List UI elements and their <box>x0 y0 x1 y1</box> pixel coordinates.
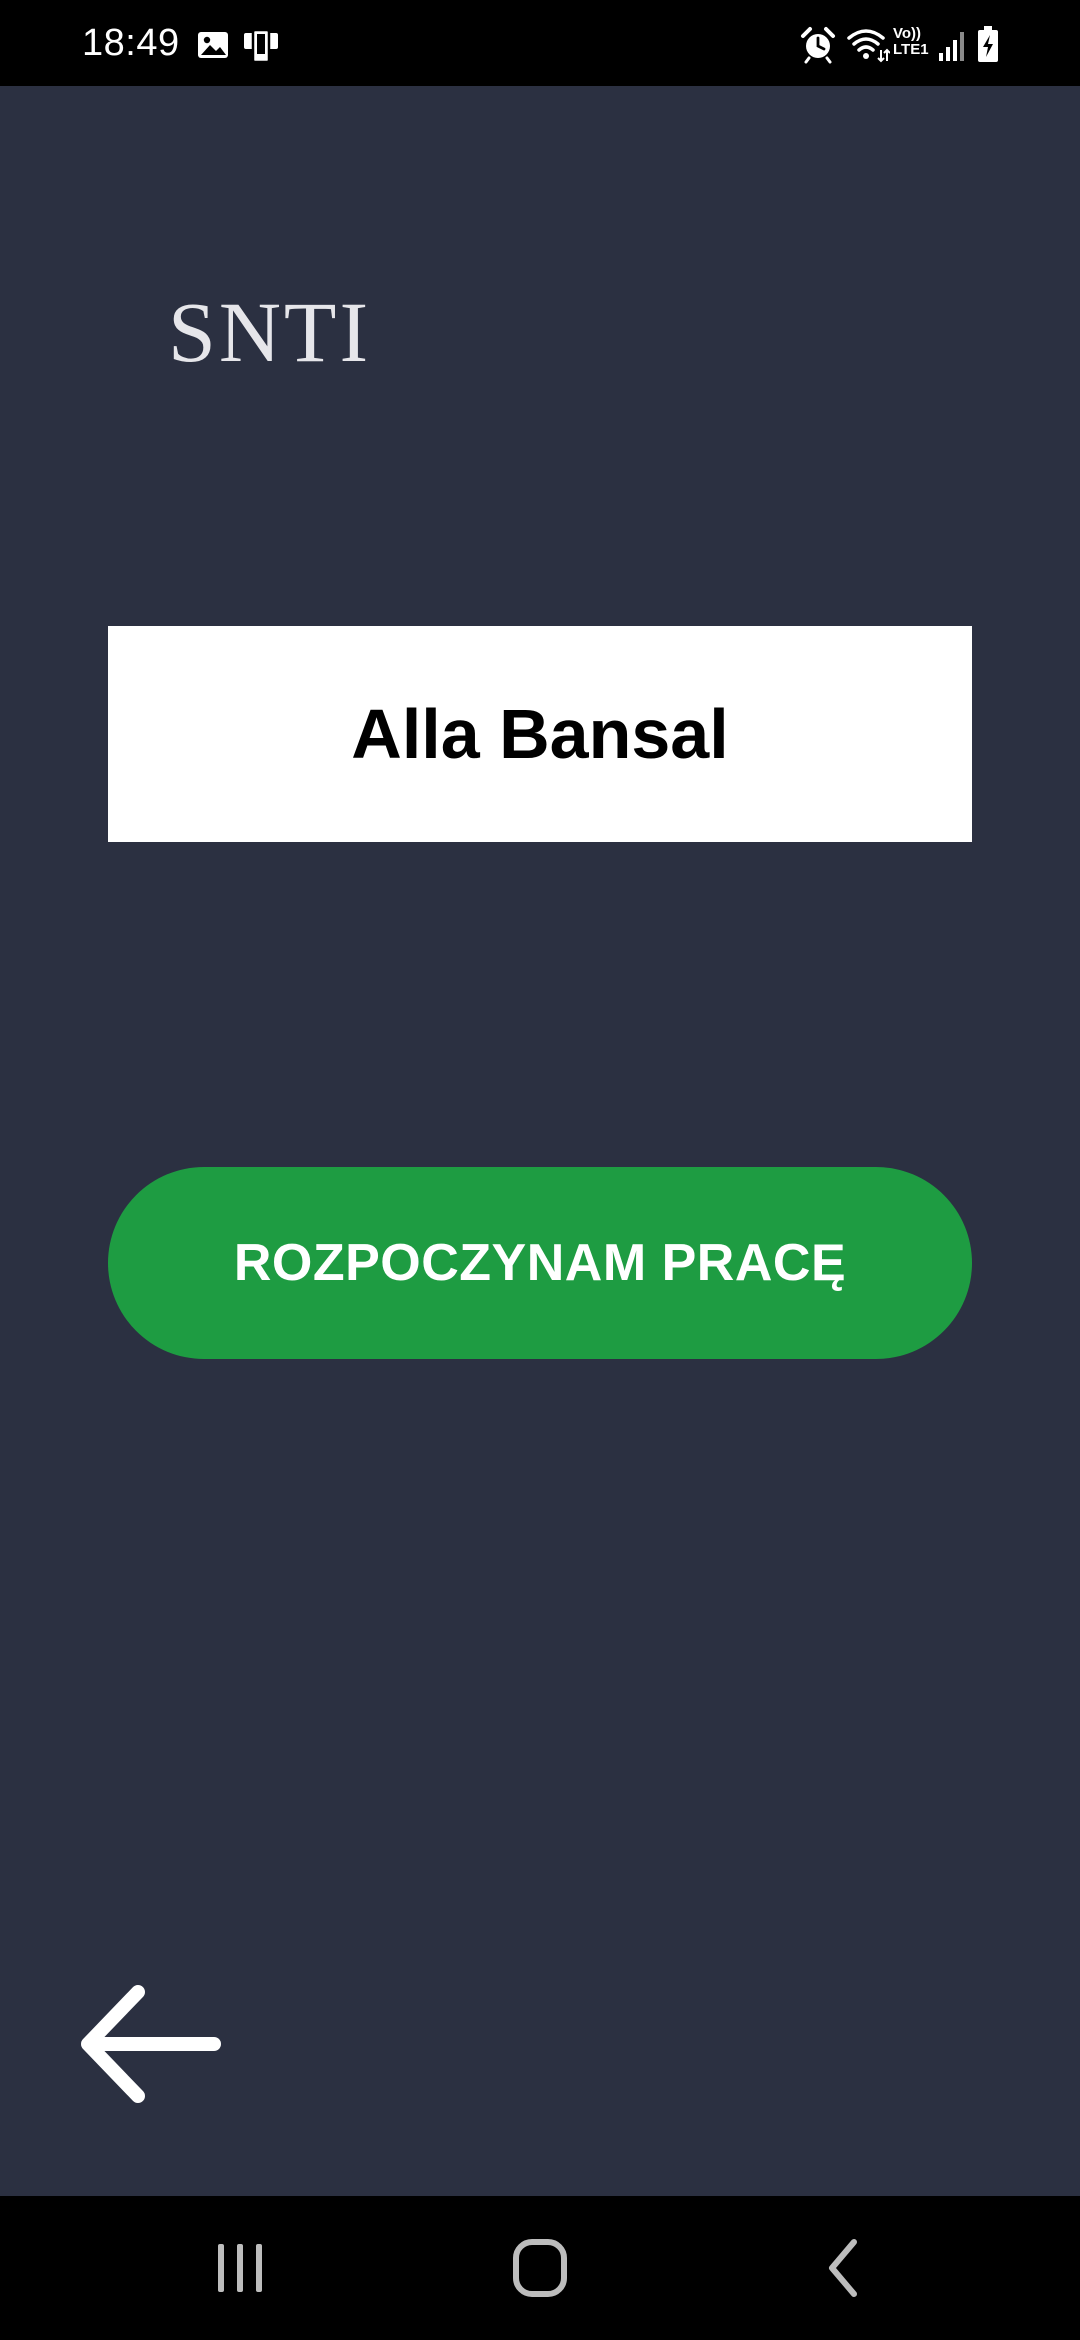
employee-name: Alla Bansal <box>351 695 729 773</box>
home-icon[interactable] <box>500 2228 580 2308</box>
recent-apps-icon[interactable] <box>200 2228 280 2308</box>
signal-icon <box>938 24 968 64</box>
start-work-label: ROZPOCZYNAM PRACĘ <box>233 1234 847 1292</box>
phone-screen-icon <box>242 24 280 64</box>
app-screen: 18:49 Vo)) LTE1 SNTI Alla Bansal ROZPOCZ… <box>0 0 1080 2340</box>
arrow-left-icon[interactable] <box>78 1982 224 2106</box>
company-logo: SNTI <box>168 284 372 380</box>
alarm-icon <box>800 24 836 64</box>
wifi-icon <box>846 24 890 64</box>
status-time: 18:49 <box>82 22 180 64</box>
status-bar: 18:49 Vo)) LTE1 <box>0 0 1080 86</box>
volte-bottom-label: LTE1 <box>893 41 929 58</box>
employee-name-box: Alla Bansal <box>108 626 972 842</box>
gallery-icon <box>196 24 230 64</box>
start-work-button[interactable]: ROZPOCZYNAM PRACĘ <box>108 1167 972 1359</box>
back-chevron-icon[interactable] <box>804 2228 884 2308</box>
volte-icon: Vo)) LTE1 <box>893 26 933 58</box>
system-navigation-bar <box>0 2196 1080 2340</box>
volte-top-label: Vo)) <box>893 25 922 42</box>
battery-charging-icon <box>976 24 1000 64</box>
